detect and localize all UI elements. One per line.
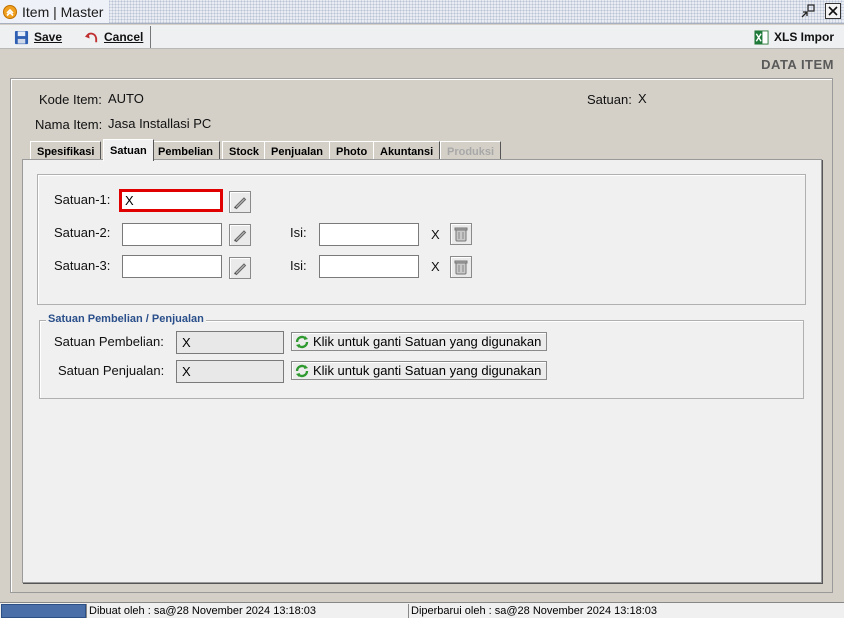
- isi3-label: Isi:: [290, 258, 307, 273]
- tab-satuan[interactable]: Satuan: [103, 139, 154, 161]
- satuan3-label: Satuan-3:: [54, 258, 111, 273]
- restore-icon: [801, 4, 815, 18]
- nama-item-label: Nama Item:: [35, 117, 103, 132]
- satuan3-edit-button[interactable]: [229, 257, 251, 279]
- window-title: Item | Master: [22, 3, 104, 20]
- page-title: DATA ITEM: [761, 57, 834, 72]
- satuan2-input[interactable]: [122, 223, 222, 246]
- tab-stock[interactable]: Stock: [222, 141, 266, 161]
- excel-icon: [754, 29, 769, 45]
- floppy-disk-icon: [14, 30, 29, 44]
- satuan-label: Satuan:: [587, 92, 632, 107]
- tab-akuntansi[interactable]: Akuntansi: [373, 141, 441, 161]
- pencil-icon: [234, 197, 247, 210]
- tab-spesifikasi[interactable]: Spesifikasi: [30, 141, 102, 161]
- satuan2-delete-button[interactable]: [450, 223, 472, 245]
- satuan-value: X: [638, 91, 647, 106]
- title-wrap: Item | Master: [0, 0, 110, 23]
- status-block: [1, 604, 86, 618]
- xls-label: XLS Impor: [774, 30, 835, 44]
- save-button[interactable]: Save: [14, 27, 62, 47]
- save-label: Save: [34, 30, 63, 44]
- close-button[interactable]: [825, 3, 841, 19]
- undo-arrow-icon: [84, 32, 98, 42]
- toolbar: Save Cancel XLS Impor: [0, 25, 844, 49]
- satuan3-input[interactable]: [122, 255, 222, 278]
- change-penjualan-label: Klik untuk ganti Satuan yang digunakan: [313, 363, 542, 378]
- status-updated: Diperbarui oleh : sa@28 November 2024 13…: [408, 604, 657, 618]
- toolbar-separator: [150, 26, 151, 48]
- app-chevron-icon: [3, 4, 17, 19]
- tab-penjualan[interactable]: Penjualan: [264, 141, 330, 161]
- restore-button[interactable]: [800, 3, 816, 19]
- isi2-unit: X: [431, 227, 440, 242]
- kode-item-label: Kode Item:: [39, 92, 102, 107]
- satuan3-delete-button[interactable]: [450, 256, 472, 278]
- change-penjualan-button[interactable]: Klik untuk ganti Satuan yang digunakan: [291, 361, 547, 380]
- pembelian-label: Satuan Pembelian:: [54, 334, 164, 349]
- group-title: Satuan Pembelian / Penjualan: [46, 313, 206, 325]
- change-pembelian-button[interactable]: Klik untuk ganti Satuan yang digunakan: [291, 332, 547, 351]
- satuan-tab-page: Satuan-1: Satuan-2: Isi: X Satuan-3: Isi…: [22, 159, 822, 583]
- kode-item-value: AUTO: [108, 91, 144, 106]
- pembelian-value: X: [176, 331, 284, 354]
- cancel-label: Cancel: [104, 30, 144, 44]
- xls-import-button[interactable]: XLS Impor: [754, 27, 834, 47]
- isi2-label: Isi:: [290, 225, 307, 240]
- change-pembelian-label: Klik untuk ganti Satuan yang digunakan: [313, 334, 542, 349]
- isi2-input[interactable]: [319, 223, 419, 246]
- title-bar: Item | Master: [0, 0, 844, 24]
- pencil-icon: [234, 230, 247, 243]
- penjualan-label: Satuan Penjualan:: [58, 363, 165, 378]
- nama-item-value: Jasa Installasi PC: [108, 116, 212, 131]
- satuan1-label: Satuan-1:: [54, 192, 111, 207]
- refresh-icon: [295, 335, 309, 348]
- isi3-unit: X: [431, 259, 440, 274]
- penjualan-value: X: [176, 360, 284, 383]
- trash-icon: [454, 260, 468, 275]
- trash-icon: [454, 227, 468, 242]
- cancel-button[interactable]: Cancel: [84, 27, 143, 47]
- pencil-icon: [234, 263, 247, 276]
- status-bar: Dibuat oleh : sa@28 November 2024 13:18:…: [0, 602, 844, 618]
- satuan2-edit-button[interactable]: [229, 224, 251, 246]
- satuan1-input[interactable]: [119, 189, 223, 212]
- close-icon: [828, 6, 838, 16]
- isi3-input[interactable]: [319, 255, 419, 278]
- status-created: Dibuat oleh : sa@28 November 2024 13:18:…: [86, 604, 316, 618]
- refresh-icon: [295, 364, 309, 377]
- tab-pembelian[interactable]: Pembelian: [151, 141, 221, 161]
- satuan2-label: Satuan-2:: [54, 225, 111, 240]
- satuan1-edit-button[interactable]: [229, 191, 251, 213]
- tab-produksi: Produksi: [440, 141, 502, 161]
- tab-photo[interactable]: Photo: [329, 141, 375, 161]
